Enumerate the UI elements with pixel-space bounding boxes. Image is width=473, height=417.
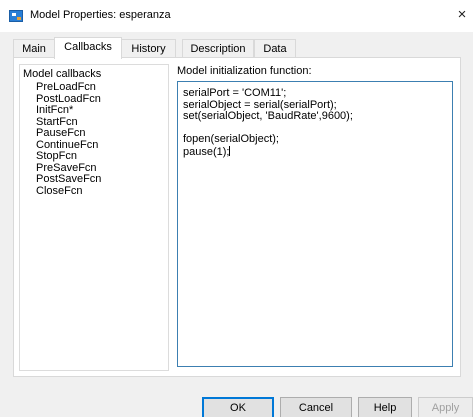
model-properties-dialog: Model Properties: esperanza × Main Callb… — [0, 0, 473, 417]
simulink-model-icon — [9, 10, 23, 22]
callbacks-panel: Model callbacks PreLoadFcn PostLoadFcn I… — [13, 57, 461, 377]
callback-item-postsavefcn[interactable]: PostSaveFcn — [36, 173, 101, 186]
callbacks-tree[interactable]: Model callbacks PreLoadFcn PostLoadFcn I… — [19, 64, 169, 371]
tab-data[interactable]: Data — [254, 39, 296, 58]
window-title: Model Properties: esperanza — [30, 9, 171, 21]
title-bar[interactable]: Model Properties: esperanza × — [0, 0, 473, 32]
code-line: serialPort = 'COM11'; — [183, 87, 287, 99]
code-line: set(serialObject, 'BaudRate',9600); — [183, 110, 353, 123]
callbacks-tree-header[interactable]: Model callbacks — [23, 68, 101, 80]
tab-history[interactable]: History — [121, 39, 176, 58]
tab-main[interactable]: Main — [13, 39, 55, 58]
code-line-with-caret: pause(1); — [183, 145, 447, 158]
tab-description[interactable]: Description — [182, 39, 254, 58]
cancel-button[interactable]: Cancel — [280, 397, 352, 417]
apply-button[interactable]: Apply — [418, 397, 473, 417]
tab-callbacks[interactable]: Callbacks — [54, 37, 122, 59]
close-icon[interactable]: × — [451, 0, 473, 32]
tab-strip: Main Callbacks History Description Data — [13, 37, 453, 59]
code-line: fopen(serialObject); — [183, 133, 279, 146]
code-line-text: pause(1); — [183, 145, 230, 158]
callback-item-stopfcn[interactable]: StopFcn — [36, 150, 101, 163]
text-caret — [229, 145, 231, 156]
callback-item-preloadfcn[interactable]: PreLoadFcn — [36, 81, 101, 94]
callbacks-list: PreLoadFcn PostLoadFcn InitFcn* StartFcn… — [36, 81, 101, 198]
help-button[interactable]: Help — [358, 397, 412, 417]
ok-button[interactable]: OK — [202, 397, 274, 417]
editor-label: Model initialization function: — [177, 65, 312, 77]
callback-item-initfcn[interactable]: InitFcn* — [36, 104, 101, 117]
callback-item-closefcn[interactable]: CloseFcn — [36, 185, 101, 198]
callback-item-pausefcn[interactable]: PauseFcn — [36, 127, 101, 140]
callback-code-editor[interactable]: serialPort = 'COM11'; serialObject = ser… — [177, 81, 453, 367]
